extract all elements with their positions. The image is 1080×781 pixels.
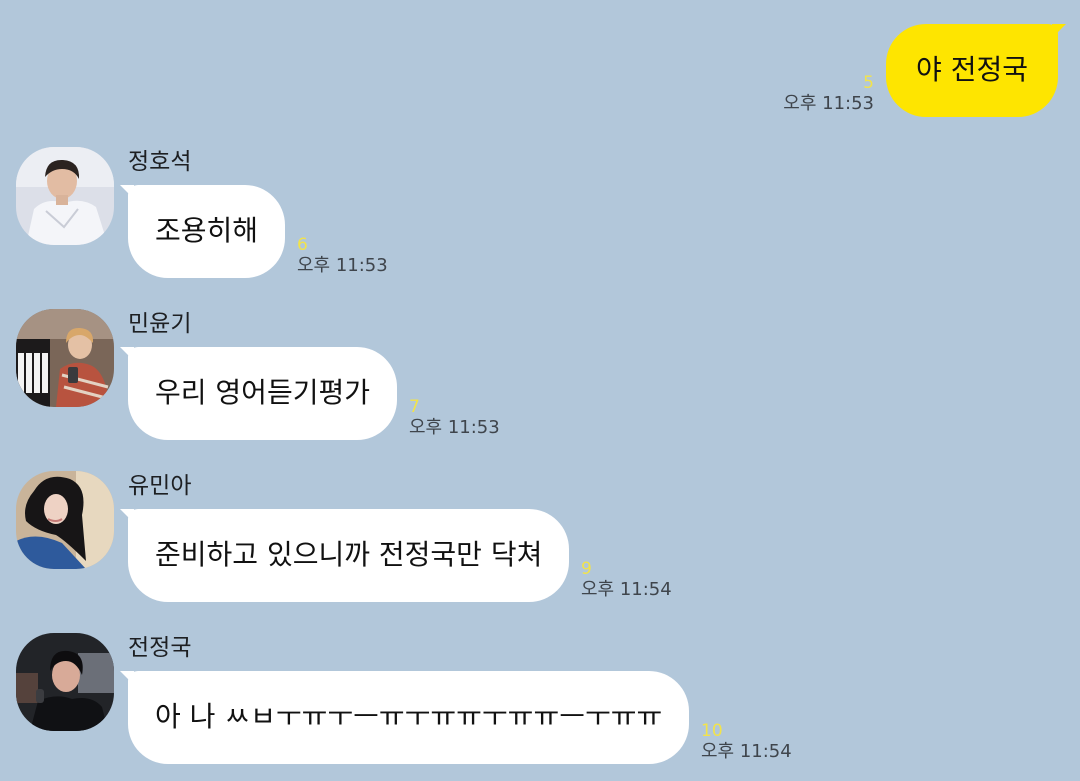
message-text: 우리 영어듣기평가	[155, 376, 370, 409]
incoming-bubble[interactable]: 조용히해	[119, 185, 286, 278]
message-meta: 6 오후 11:53	[297, 237, 388, 275]
sender-name: 민윤기	[128, 311, 192, 337]
incoming-bubble[interactable]: 아 나 ㅆㅂㅜㅠㅜㅡㅠㅜㅠㅠㅜㅠㅠㅡㅜㅠㅠ	[119, 671, 690, 764]
incoming-message: 유민아 준비하고 있으니까 전정국만 닥쳐 9 오후 11:54	[0, 471, 1080, 611]
profile-photo-man-white-shirt-icon	[16, 147, 114, 245]
unread-count: 6	[297, 235, 308, 255]
profile-photo-man-piano-icon	[16, 309, 114, 407]
incoming-bubble[interactable]: 준비하고 있으니까 전정국만 닥쳐	[119, 509, 570, 602]
sender-name: 전정국	[128, 635, 192, 661]
sender-name: 정호석	[128, 149, 192, 175]
profile-photo-man-dark-icon	[16, 633, 114, 731]
unread-count: 10	[701, 721, 723, 741]
incoming-message: 전정국 아 나 ㅆㅂㅜㅠㅜㅡㅠㅜㅠㅠㅜㅠㅠㅡㅜㅠㅠ 10 오후 11:54	[0, 633, 1080, 773]
profile-photo-woman-long-hair-icon	[16, 471, 114, 569]
incoming-message: 정호석 조용히해 6 오후 11:53	[0, 147, 1080, 287]
avatar[interactable]	[16, 633, 114, 731]
message-meta: 9 오후 11:54	[581, 561, 672, 599]
avatar[interactable]	[16, 147, 114, 245]
unread-count: 9	[581, 559, 592, 579]
avatar[interactable]	[16, 309, 114, 407]
outgoing-text: 야 전정국	[916, 53, 1028, 86]
message-text: 준비하고 있으니까 전정국만 닥쳐	[155, 538, 543, 571]
message-time: 오후 11:54	[701, 741, 792, 762]
incoming-message: 민윤기 우리 영어듣기평가 7 오후 11:53	[0, 309, 1080, 449]
unread-count: 7	[409, 397, 420, 417]
message-meta: 7 오후 11:53	[409, 399, 500, 437]
message-text: 아 나 ㅆㅂㅜㅠㅜㅡㅠㅜㅠㅠㅜㅠㅠㅡㅜㅠㅠ	[155, 700, 663, 733]
message-time: 오후 11:54	[581, 579, 672, 600]
sender-name: 유민아	[128, 473, 192, 499]
message-meta: 10 오후 11:54	[701, 723, 792, 761]
message-time: 오후 11:53	[297, 255, 388, 276]
chat-room: 야 전정국 5 오후 11:53 정호석 조용히해 6 오후 11:53 민윤기…	[0, 0, 1080, 781]
unread-count: 5	[863, 73, 874, 93]
message-text: 조용히해	[155, 214, 259, 247]
incoming-bubble[interactable]: 우리 영어듣기평가	[120, 347, 397, 440]
outgoing-bubble[interactable]: 야 전정국	[886, 24, 1066, 117]
message-time: 오후 11:53	[409, 417, 500, 438]
avatar[interactable]	[16, 471, 114, 569]
outgoing-meta: 5 오후 11:53	[783, 75, 874, 113]
message-time: 오후 11:53	[783, 93, 874, 114]
